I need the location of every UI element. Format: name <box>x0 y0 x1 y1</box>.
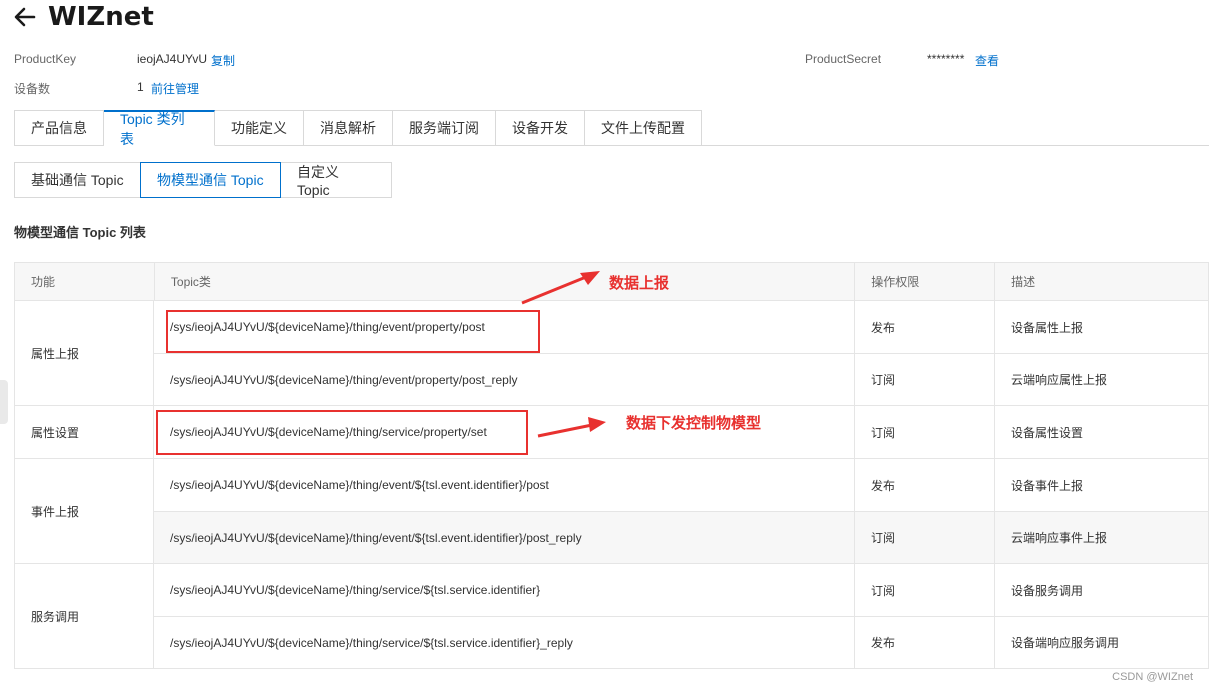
product-key-label: ProductKey <box>14 52 77 66</box>
topic-cell: /sys/ieojAJ4UYvU/${deviceName}/thing/ser… <box>154 617 855 668</box>
table-row: /sys/ieojAJ4UYvU/${deviceName}/thing/eve… <box>154 459 1209 511</box>
description-cell: 云端响应事件上报 <box>995 512 1209 563</box>
description-cell: 设备属性设置 <box>995 406 1209 458</box>
subtab-tsl-topic[interactable]: 物模型通信 Topic <box>140 162 281 198</box>
highlight-box-set <box>156 410 528 455</box>
header-function: 功能 <box>15 263 155 300</box>
product-key-value: ieojAJ4UYvU <box>137 52 208 66</box>
header-topic: Topic类 <box>155 263 856 300</box>
description-cell: 设备端响应服务调用 <box>995 617 1209 668</box>
copy-link[interactable]: 复制 <box>211 52 235 69</box>
tab-product-info[interactable]: 产品信息 <box>14 110 104 146</box>
description-cell: 设备服务调用 <box>995 564 1209 616</box>
view-secret-link[interactable]: 查看 <box>975 52 999 69</box>
table-group: 服务调用 /sys/ieojAJ4UYvU/${deviceName}/thin… <box>15 564 1209 669</box>
main-tabs: 产品信息 Topic 类列表 功能定义 消息解析 服务端订阅 设备开发 文件上传… <box>14 110 702 147</box>
table-group: 事件上报 /sys/ieojAJ4UYvU/${deviceName}/thin… <box>15 459 1209 564</box>
tab-device-development[interactable]: 设备开发 <box>496 110 585 146</box>
header-description: 描述 <box>995 263 1209 300</box>
tab-server-subscription[interactable]: 服务端订阅 <box>393 110 496 146</box>
group-name: 属性上报 <box>15 301 154 405</box>
description-cell: 设备事件上报 <box>995 459 1209 511</box>
permission-cell: 订阅 <box>855 354 995 405</box>
tab-function-definition[interactable]: 功能定义 <box>215 110 304 146</box>
table-row: /sys/ieojAJ4UYvU/${deviceName}/thing/ser… <box>154 564 1209 616</box>
page-header: WIZnet <box>12 0 154 34</box>
permission-cell: 发布 <box>855 301 995 353</box>
watermark: CSDN @WIZnet <box>1112 671 1193 683</box>
product-secret-value: ******** <box>927 52 965 66</box>
topic-cell: /sys/ieojAJ4UYvU/${deviceName}/thing/eve… <box>154 354 855 405</box>
group-name: 事件上报 <box>15 459 154 563</box>
tab-topic-list[interactable]: Topic 类列表 <box>104 110 215 147</box>
arrow-upload-icon <box>521 271 600 305</box>
permission-cell: 订阅 <box>855 564 995 616</box>
side-panel-handle[interactable] <box>0 380 8 424</box>
header-permission: 操作权限 <box>855 263 996 300</box>
tab-message-parsing[interactable]: 消息解析 <box>304 110 393 146</box>
permission-cell: 发布 <box>855 617 995 668</box>
device-count-value: 1 <box>137 80 144 94</box>
description-cell: 设备属性上报 <box>995 301 1209 353</box>
table-row: /sys/ieojAJ4UYvU/${deviceName}/thing/eve… <box>154 353 1209 405</box>
tab-file-upload-config[interactable]: 文件上传配置 <box>585 110 702 146</box>
subtab-basic-topic[interactable]: 基础通信 Topic <box>14 162 141 198</box>
section-title: 物模型通信 Topic 列表 <box>14 225 146 240</box>
topic-cell: /sys/ieojAJ4UYvU/${deviceName}/thing/ser… <box>154 564 855 616</box>
device-count-label: 设备数 <box>14 82 51 96</box>
annotation-downlink: 数据下发控制物模型 <box>626 415 762 432</box>
table-row: /sys/ieojAJ4UYvU/${deviceName}/thing/eve… <box>154 511 1209 563</box>
group-name: 服务调用 <box>15 564 154 668</box>
annotation-upload: 数据上报 <box>609 275 670 292</box>
page-title: WIZnet <box>48 2 154 32</box>
manage-devices-link[interactable]: 前往管理 <box>151 80 199 97</box>
topic-cell: /sys/ieojAJ4UYvU/${deviceName}/thing/eve… <box>154 512 855 563</box>
table-row: /sys/ieojAJ4UYvU/${deviceName}/thing/ser… <box>154 616 1209 668</box>
permission-cell: 订阅 <box>855 406 995 458</box>
highlight-box-post <box>166 310 540 353</box>
arrow-left-icon[interactable] <box>12 4 38 30</box>
arrow-downlink-icon <box>537 417 606 438</box>
topic-subtabs: 基础通信 Topic 物模型通信 Topic 自定义 Topic <box>14 162 392 198</box>
topic-cell: /sys/ieojAJ4UYvU/${deviceName}/thing/eve… <box>154 459 855 511</box>
subtab-custom-topic[interactable]: 自定义 Topic <box>280 162 392 198</box>
permission-cell: 订阅 <box>855 512 995 563</box>
group-name: 属性设置 <box>15 406 154 458</box>
description-cell: 云端响应属性上报 <box>995 354 1209 405</box>
permission-cell: 发布 <box>855 459 995 511</box>
product-secret-label: ProductSecret <box>805 52 882 66</box>
